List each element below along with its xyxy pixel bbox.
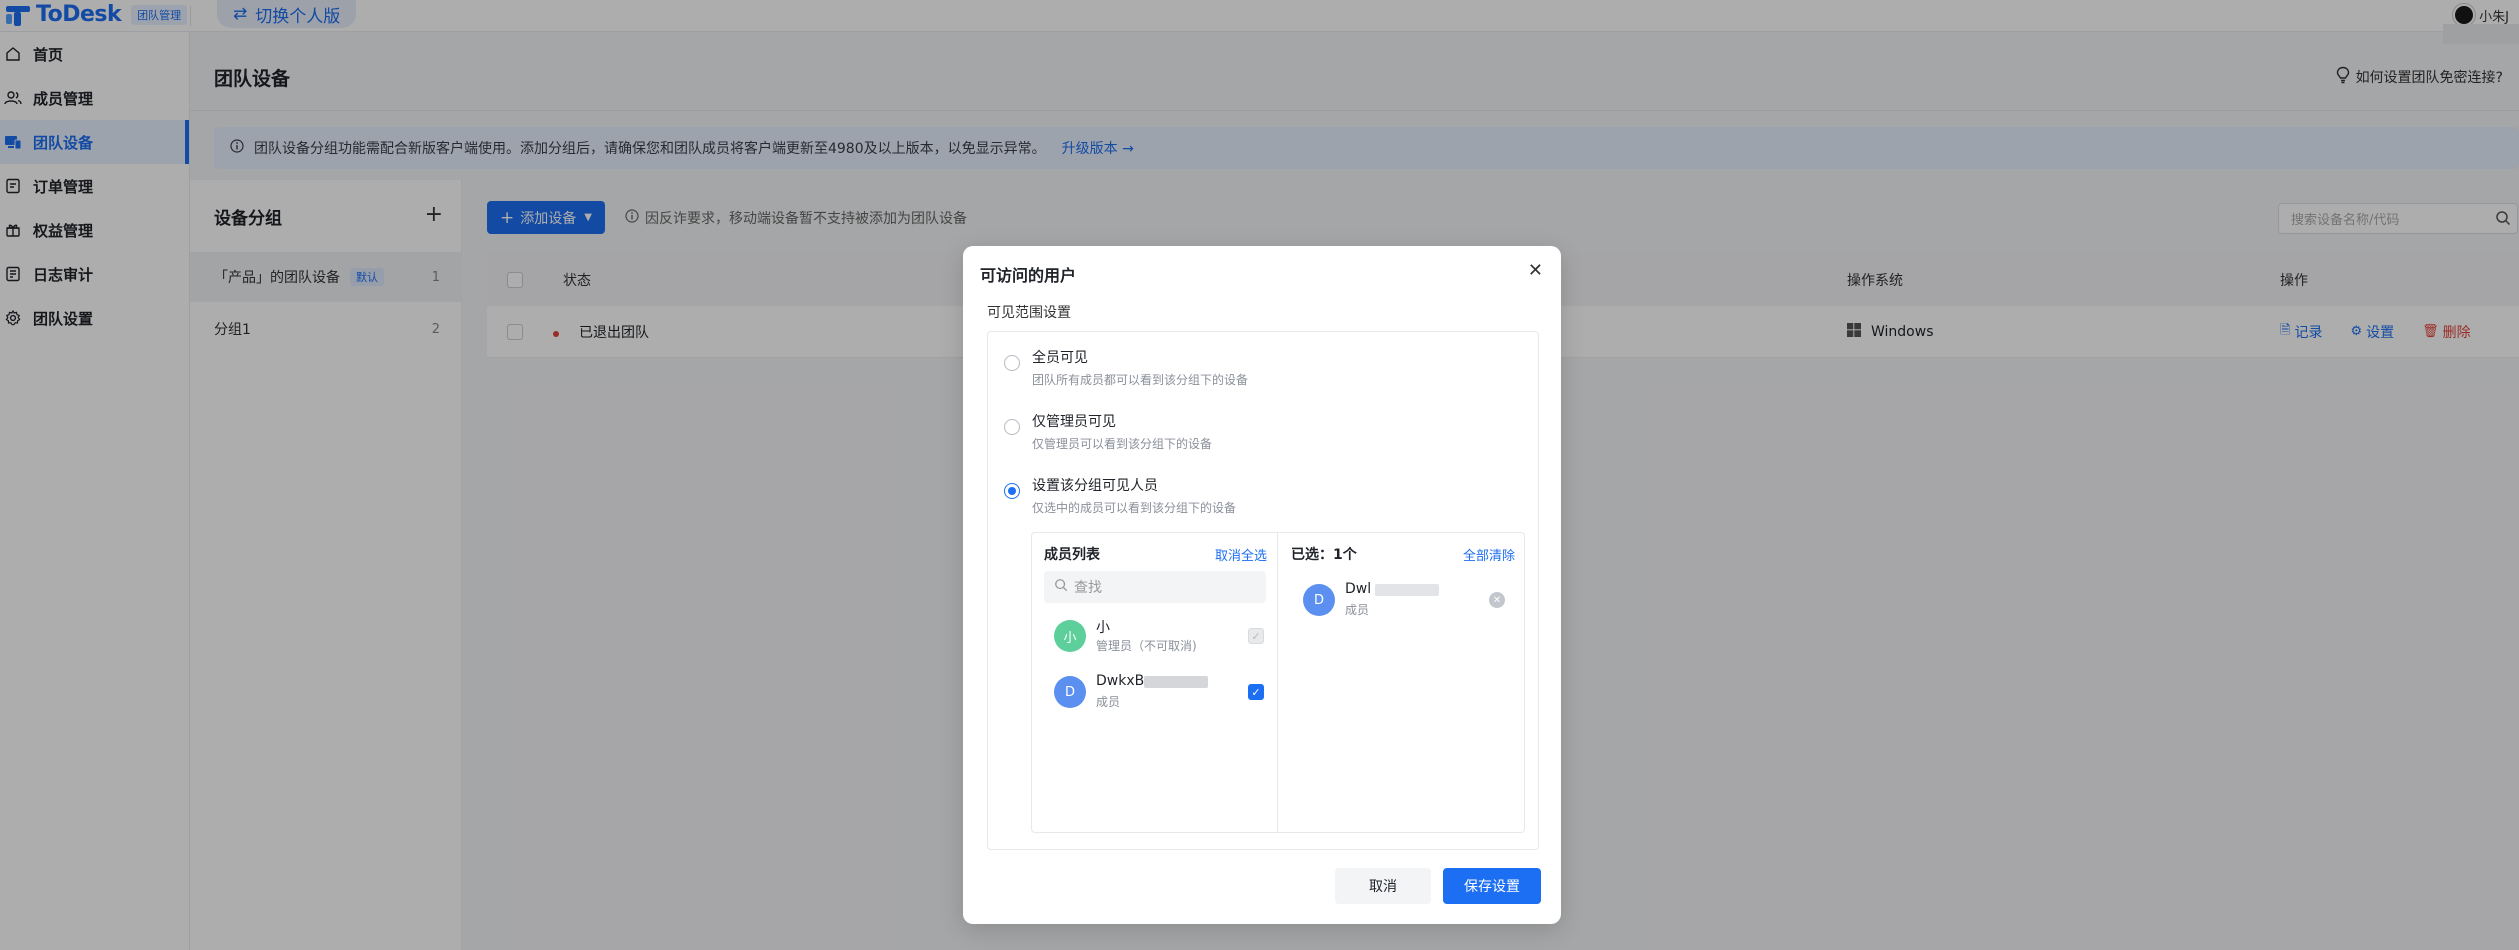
scope-options-box: 全员可见 团队所有成员都可以看到该分组下的设备 仅管理员可见 仅管理员可以看到该… xyxy=(987,331,1539,850)
member-name: DwkxB xyxy=(1096,673,1145,689)
radio-button-selected[interactable] xyxy=(1004,483,1020,499)
list-item[interactable]: D DwkxB 成员 ✓ xyxy=(1054,673,1264,711)
scope-label: 可见范围设置 xyxy=(987,305,1071,321)
radio-button[interactable] xyxy=(1004,355,1020,371)
member-list-pane: 成员列表 取消全选 查找 小 小 管理员（不可取消) ✓ D DwkxB 成员 … xyxy=(1032,533,1278,832)
option-title: 全员可见 xyxy=(1032,350,1088,366)
member-name: 小 xyxy=(1096,620,1110,636)
redacted-name xyxy=(1144,676,1208,688)
avatar: D xyxy=(1303,584,1335,616)
option-title: 设置该分组可见人员 xyxy=(1032,478,1158,494)
member-role: 成员 xyxy=(1096,695,1121,709)
list-item: 小 小 管理员（不可取消) ✓ xyxy=(1054,617,1264,655)
dialog-title: 可访问的用户 xyxy=(980,266,1077,285)
member-role: 管理员（不可取消) xyxy=(1096,639,1197,653)
save-settings-button[interactable]: 保存设置 xyxy=(1443,868,1541,904)
avatar: D xyxy=(1054,676,1086,708)
member-checkbox-disabled: ✓ xyxy=(1248,628,1264,644)
cancel-button[interactable]: 取消 xyxy=(1335,868,1431,904)
close-icon[interactable]: ✕ xyxy=(1528,260,1543,281)
option-desc: 团队所有成员都可以看到该分组下的设备 xyxy=(1032,373,1249,387)
clear-all-link[interactable]: 全部清除 xyxy=(1463,545,1515,564)
list-item: D Dwl 成员 ✕ xyxy=(1303,581,1505,619)
option-desc: 仅选中的成员可以看到该分组下的设备 xyxy=(1032,501,1237,515)
member-search-input[interactable]: 查找 xyxy=(1044,571,1266,603)
deselect-all-link[interactable]: 取消全选 xyxy=(1215,545,1267,564)
member-list-title: 成员列表 xyxy=(1044,547,1100,563)
remove-member-icon[interactable]: ✕ xyxy=(1489,592,1505,608)
redacted-name xyxy=(1375,584,1439,596)
option-title: 仅管理员可见 xyxy=(1032,414,1116,430)
member-name: Dwl xyxy=(1345,581,1372,597)
member-picker: 成员列表 取消全选 查找 小 小 管理员（不可取消) ✓ D DwkxB 成员 … xyxy=(1031,532,1525,833)
search-icon xyxy=(1054,578,1068,596)
member-role: 成员 xyxy=(1345,603,1370,617)
avatar: 小 xyxy=(1054,620,1086,652)
member-search-placeholder: 查找 xyxy=(1074,580,1102,596)
selected-count: 已选：1个 xyxy=(1291,547,1357,563)
option-desc: 仅管理员可以看到该分组下的设备 xyxy=(1032,437,1213,451)
accessible-users-dialog: 可访问的用户 ✕ 可见范围设置 全员可见 团队所有成员都可以看到该分组下的设备 … xyxy=(963,246,1561,924)
radio-button[interactable] xyxy=(1004,419,1020,435)
selected-members-pane: 已选：1个 全部清除 D Dwl 成员 ✕ xyxy=(1279,533,1525,832)
member-checkbox-checked[interactable]: ✓ xyxy=(1248,684,1264,700)
